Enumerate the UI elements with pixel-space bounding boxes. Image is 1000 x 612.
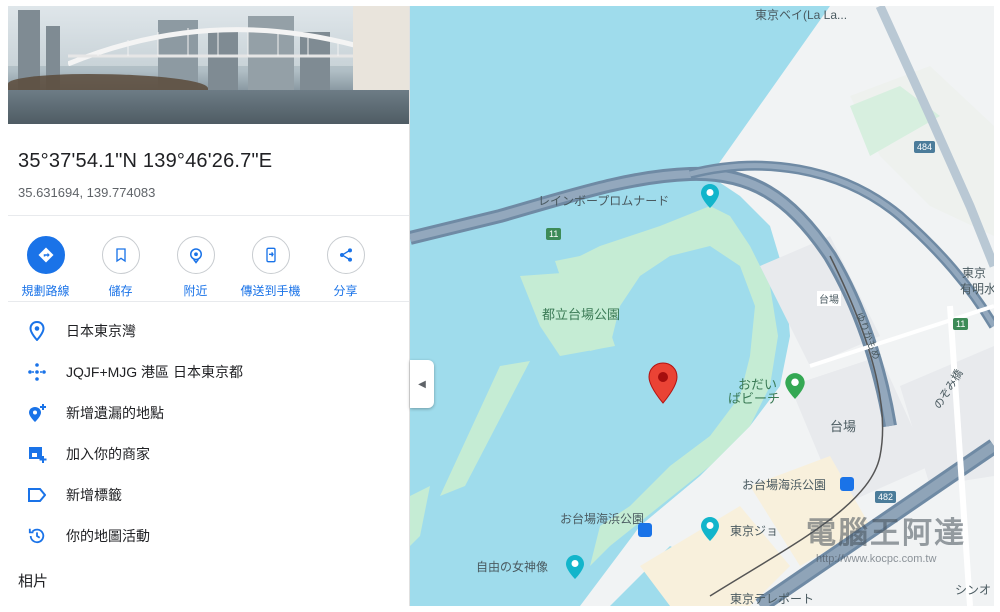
- add-place-icon: [8, 403, 66, 423]
- map-label-daiba[interactable]: 台場: [830, 416, 856, 435]
- action-bar: 規劃路線 儲存 附近 傳送到手機 分享: [8, 216, 409, 302]
- collapse-panel-button[interactable]: ◀: [410, 360, 434, 408]
- label-icon: [8, 487, 66, 502]
- map-label-daiba-park[interactable]: 都立台場公園: [542, 304, 620, 323]
- nearby-label: 附近: [183, 284, 208, 298]
- place-photo[interactable]: [8, 6, 409, 124]
- detail-location-text: 日本東京灣: [66, 322, 136, 339]
- map-label-tokyo-joy[interactable]: 東京ジョ: [730, 522, 778, 539]
- directions-button[interactable]: 規劃路線: [8, 236, 83, 301]
- coordinates-decimal: 35.631694, 139.774083: [18, 185, 156, 200]
- poi-statue-of-liberty-pin-icon[interactable]: [565, 554, 585, 580]
- detail-add-label-text: 新增標籤: [66, 486, 122, 503]
- poi-beach-pin-icon[interactable]: [784, 372, 806, 400]
- map-label-tokyo-bay[interactable]: 東京ベイ(La La...: [755, 6, 847, 23]
- route-shield-11-east[interactable]: 11: [953, 318, 969, 330]
- route-shield-11-west[interactable]: 11: [546, 228, 562, 240]
- directions-label: 規劃路線: [21, 284, 70, 298]
- bookmark-icon: [101, 236, 140, 274]
- detail-add-business-text: 加入你的商家: [66, 445, 150, 462]
- detail-plus-code-text: JQJF+MJG 港區 日本東京都: [66, 363, 243, 380]
- bridge-graphic: [68, 27, 358, 66]
- poi-rainbow-promenade-pin-icon[interactable]: [700, 183, 720, 209]
- map-label-tokyo-teleport[interactable]: 東京テレポート: [730, 590, 814, 606]
- detail-add-place-text: 新增遺漏的地點: [66, 404, 164, 421]
- route-shield-484[interactable]: 484: [914, 141, 936, 153]
- map-label-daiba-seaside-park[interactable]: お台場海浜公園: [742, 476, 826, 493]
- screenshot-frame: 35°37'54.1"N 139°46'26.7"E 35.631694, 13…: [0, 0, 1000, 612]
- poi-tokyo-joy-pin-icon[interactable]: [700, 516, 720, 542]
- plus-code-icon: [8, 362, 66, 382]
- nearby-icon: [176, 236, 215, 274]
- map-label-shinagawa[interactable]: シンオ: [955, 581, 991, 598]
- detail-row-plus-code[interactable]: JQJF+MJG 港區 日本東京都: [8, 351, 409, 392]
- detail-map-activity-text: 你的地圖活動: [66, 527, 150, 544]
- dropped-pin-icon[interactable]: [648, 362, 678, 404]
- save-label: 儲存: [108, 284, 133, 298]
- chevron-left-icon: ◀: [418, 378, 426, 390]
- station-icon-daiba[interactable]: [840, 477, 854, 491]
- send-to-phone-button[interactable]: 傳送到手機: [233, 236, 308, 301]
- detail-row-map-activity[interactable]: 你的地圖活動: [8, 515, 409, 556]
- map-label-tokyo-right[interactable]: 東京: [962, 264, 986, 281]
- detail-row-location[interactable]: 日本東京灣: [8, 310, 409, 351]
- history-icon: [8, 527, 66, 545]
- watermark-title: 電腦王阿達: [806, 517, 966, 550]
- station-icon[interactable]: [638, 523, 652, 537]
- add-business-icon: [8, 444, 66, 464]
- send-to-phone-label: 傳送到手機: [240, 284, 301, 298]
- send-to-phone-icon: [251, 236, 290, 274]
- map-label-daiba-station[interactable]: 台場: [817, 291, 841, 306]
- directions-icon: [26, 236, 65, 274]
- coordinates-dms: 35°37'54.1"N 139°46'26.7"E: [18, 150, 273, 172]
- save-button[interactable]: 儲存: [83, 236, 158, 301]
- watermark-url: http://www.kocpc.com.tw: [816, 553, 937, 565]
- place-details-list: 日本東京灣 JQJF+MJG 港區 日本東京都 新增遺漏的地點 加入你的商家 新…: [8, 302, 409, 556]
- detail-row-add-business[interactable]: 加入你的商家: [8, 433, 409, 474]
- location-pin-icon: [8, 320, 66, 341]
- photos-heading: 相片: [18, 573, 49, 590]
- map-label-rainbow-promenade[interactable]: レインボープロムナード: [538, 192, 669, 209]
- map-label-ariake[interactable]: 有明水再: [960, 280, 994, 297]
- map-label-statue-of-liberty[interactable]: 自由の女神像: [476, 558, 548, 575]
- detail-row-add-label[interactable]: 新增標籤: [8, 474, 409, 515]
- coordinates-header: 35°37'54.1"N 139°46'26.7"E 35.631694, 13…: [8, 124, 409, 216]
- map-label-beach-line2[interactable]: ばビーチ: [728, 388, 780, 407]
- map-label-daiba-seaside-park-2[interactable]: お台場海浜公園: [560, 510, 644, 527]
- place-panel: 35°37'54.1"N 139°46'26.7"E 35.631694, 13…: [8, 6, 410, 606]
- share-button[interactable]: 分享: [308, 236, 383, 301]
- route-shield-482[interactable]: 482: [875, 491, 897, 503]
- detail-row-add-place[interactable]: 新增遺漏的地點: [8, 392, 409, 433]
- share-icon: [326, 236, 365, 274]
- share-label: 分享: [333, 284, 358, 298]
- nearby-button[interactable]: 附近: [158, 236, 233, 301]
